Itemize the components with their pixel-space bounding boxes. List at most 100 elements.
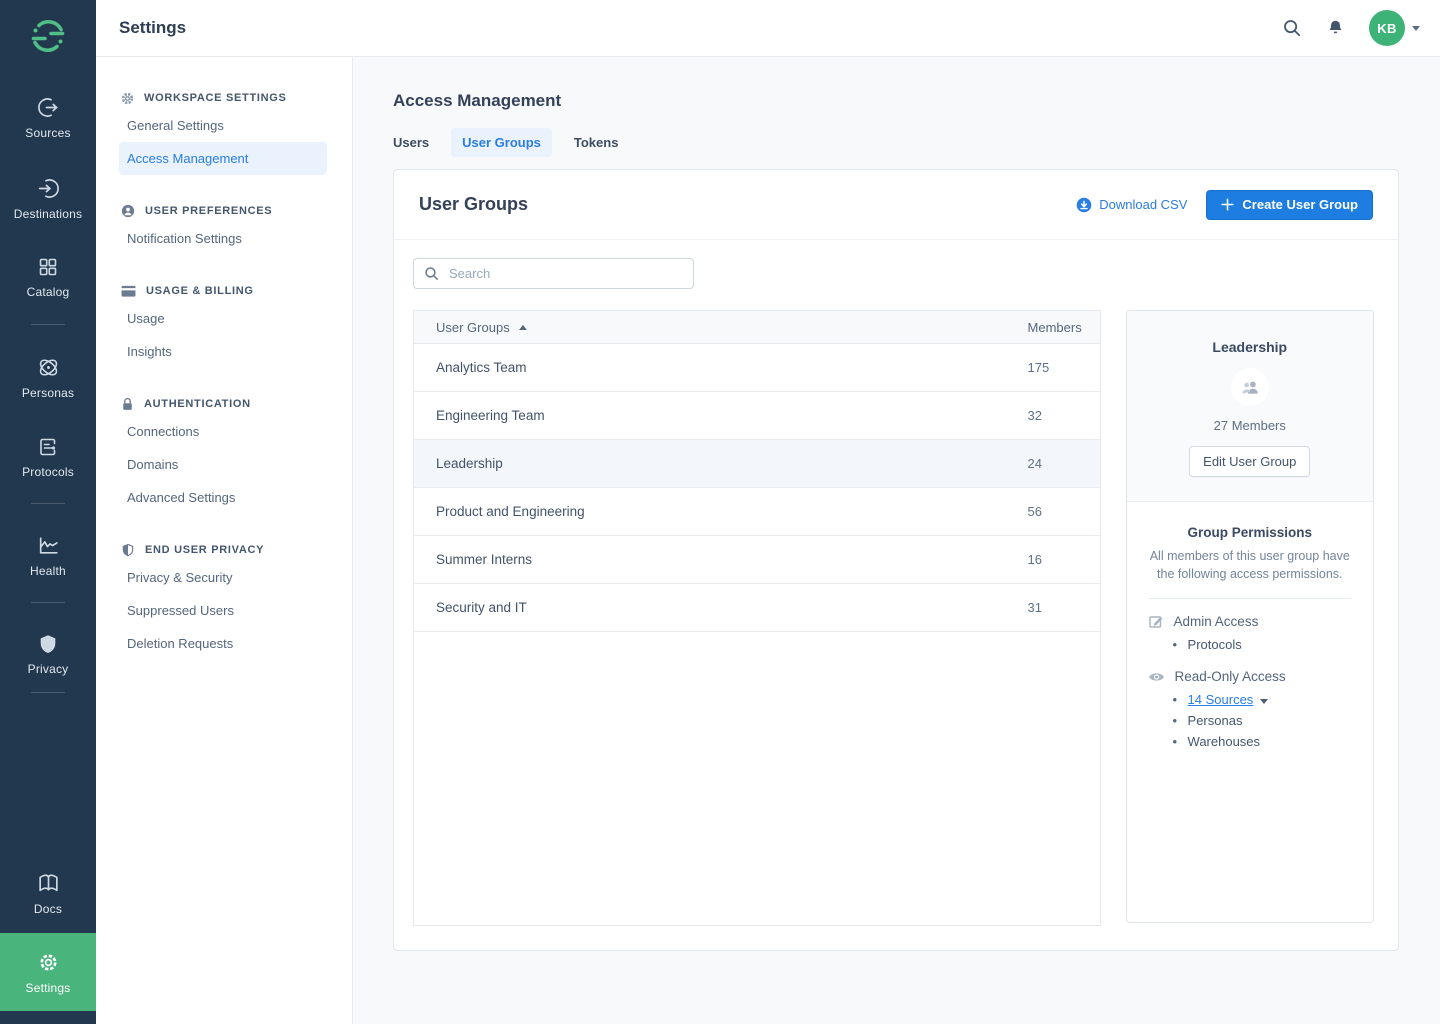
search-icon — [424, 266, 439, 281]
create-user-group-label: Create User Group — [1242, 197, 1358, 212]
search-input[interactable] — [447, 265, 683, 282]
section-title: USAGE & BILLING — [146, 285, 254, 297]
sidebar-item-protocols[interactable]: Protocols — [0, 435, 96, 479]
chevron-down-icon — [1412, 26, 1420, 31]
sidebar-item-access-management[interactable]: Access Management — [119, 142, 327, 175]
account-menu[interactable]: KB — [1369, 10, 1420, 46]
permissions-title: Group Permissions — [1127, 525, 1373, 540]
sidebar-label: Personas — [22, 386, 74, 400]
sidebar-item-suppressed-users[interactable]: Suppressed Users — [119, 594, 327, 627]
topbar: Settings KB — [96, 0, 1440, 57]
group-permissions: Group Permissions All members of this us… — [1127, 502, 1373, 752]
section-end-user-privacy: END USER PRIVACY Privacy & Security Supp… — [96, 539, 352, 660]
bell-icon — [1326, 18, 1345, 38]
list-item-sources-link: 14 Sources — [1127, 689, 1373, 710]
card-title: User Groups — [419, 194, 528, 215]
sidebar-label: Privacy — [28, 662, 69, 676]
sidebar-divider — [31, 602, 65, 603]
sources-link[interactable]: 14 Sources — [1188, 692, 1254, 707]
page-title: Access Management — [393, 91, 1440, 111]
sidebar-item-docs[interactable]: Docs — [0, 871, 96, 916]
sidebar-item-domains[interactable]: Domains — [119, 448, 327, 481]
table-row[interactable]: Summer Interns 16 — [414, 536, 1100, 584]
chevron-down-icon — [1260, 699, 1268, 704]
edit-user-group-button[interactable]: Edit User Group — [1189, 446, 1310, 477]
sources-icon — [36, 95, 61, 120]
avatar[interactable]: KB — [1369, 10, 1405, 46]
column-header-members: Members — [1028, 320, 1100, 335]
sidebar-item-sources[interactable]: Sources — [0, 95, 96, 140]
tab-tokens[interactable]: Tokens — [563, 128, 630, 157]
group-member-count: 27 Members — [1127, 418, 1373, 433]
lock-icon — [121, 397, 134, 411]
section-workspace-settings: WORKSPACE SETTINGS General Settings Acce… — [96, 87, 352, 175]
user-icon — [121, 204, 135, 218]
sidebar-item-personas[interactable]: Personas — [0, 355, 96, 400]
sidebar-item-privacy[interactable]: Privacy — [0, 632, 96, 676]
tab-user-groups[interactable]: User Groups — [451, 128, 552, 157]
sidebar-item-usage[interactable]: Usage — [119, 302, 327, 335]
sidebar-item-insights[interactable]: Insights — [119, 335, 327, 368]
download-csv-button[interactable]: Download CSV — [1076, 197, 1187, 213]
sidebar-item-connections[interactable]: Connections — [119, 415, 327, 448]
credit-card-icon — [121, 285, 136, 298]
catalog-icon — [36, 255, 60, 279]
edit-icon — [1148, 613, 1164, 629]
sidebar-item-deletion-requests[interactable]: Deletion Requests — [119, 627, 327, 660]
group-summary: Leadership 27 Members Edit User Group — [1127, 311, 1373, 502]
admin-access-row: Admin Access — [1127, 613, 1373, 629]
table-row-selected[interactable]: Leadership 24 — [414, 440, 1100, 488]
gear-icon — [121, 92, 134, 105]
group-avatar — [1231, 368, 1269, 406]
segment-logo-icon — [30, 18, 66, 54]
sidebar-item-notification-settings[interactable]: Notification Settings — [119, 222, 327, 255]
sidebar-item-destinations[interactable]: Destinations — [0, 176, 96, 221]
table-row[interactable]: Product and Engineering 56 — [414, 488, 1100, 536]
personas-icon — [36, 355, 61, 380]
sidebar-divider — [31, 503, 65, 504]
admin-access-list: Protocols — [1127, 634, 1373, 655]
segment-logo[interactable] — [30, 18, 66, 54]
sidebar-item-health[interactable]: Health — [0, 533, 96, 578]
sidebar-label: Docs — [34, 902, 62, 916]
docs-book-icon — [36, 871, 61, 896]
search-button[interactable] — [1282, 18, 1302, 38]
eye-icon — [1148, 671, 1165, 683]
column-header-user-groups[interactable]: User Groups — [414, 320, 1028, 335]
divider — [1149, 598, 1351, 599]
section-authentication: AUTHENTICATION Connections Domains Advan… — [96, 393, 352, 514]
sort-ascending-icon — [519, 325, 527, 330]
sidebar-label: Protocols — [22, 465, 74, 479]
user-groups-card: User Groups Download CSV Create User — [393, 169, 1399, 951]
section-user-preferences: USER PREFERENCES Notification Settings — [96, 200, 352, 255]
admin-access-label: Admin Access — [1174, 614, 1259, 629]
sidebar-item-settings[interactable]: Settings — [0, 933, 96, 1011]
sidebar-divider — [31, 324, 65, 325]
section-title: END USER PRIVACY — [145, 544, 264, 556]
table-row[interactable]: Security and IT 31 — [414, 584, 1100, 632]
create-user-group-button[interactable]: Create User Group — [1206, 190, 1373, 220]
tab-users[interactable]: Users — [382, 128, 440, 157]
settings-sidebar: WORKSPACE SETTINGS General Settings Acce… — [96, 57, 353, 1024]
plus-icon — [1221, 198, 1234, 211]
list-item: Warehouses — [1127, 731, 1373, 752]
sidebar-item-advanced-settings[interactable]: Advanced Settings — [119, 481, 327, 514]
user-groups-table: User Groups Members Analytics Team 175 E… — [413, 310, 1101, 926]
protocols-icon — [36, 435, 60, 459]
readonly-access-label: Read-Only Access — [1175, 669, 1286, 684]
table-row[interactable]: Analytics Team 175 — [414, 344, 1100, 392]
notifications-button[interactable] — [1326, 18, 1345, 38]
section-title: AUTHENTICATION — [144, 398, 251, 410]
search-field — [413, 258, 694, 289]
sidebar-label: Catalog — [27, 285, 70, 299]
sidebar-item-catalog[interactable]: Catalog — [0, 255, 96, 299]
group-name: Leadership — [1127, 339, 1373, 355]
sidebar-item-privacy-security[interactable]: Privacy & Security — [119, 561, 327, 594]
list-item: Personas — [1127, 710, 1373, 731]
group-detail-panel: Leadership 27 Members Edit User Group — [1126, 310, 1374, 923]
sidebar-item-general-settings[interactable]: General Settings — [119, 109, 327, 142]
list-item: Protocols — [1127, 634, 1373, 655]
table-row[interactable]: Engineering Team 32 — [414, 392, 1100, 440]
readonly-access-list: 14 Sources Personas Warehouses — [1127, 689, 1373, 752]
table-header: User Groups Members — [414, 311, 1100, 344]
